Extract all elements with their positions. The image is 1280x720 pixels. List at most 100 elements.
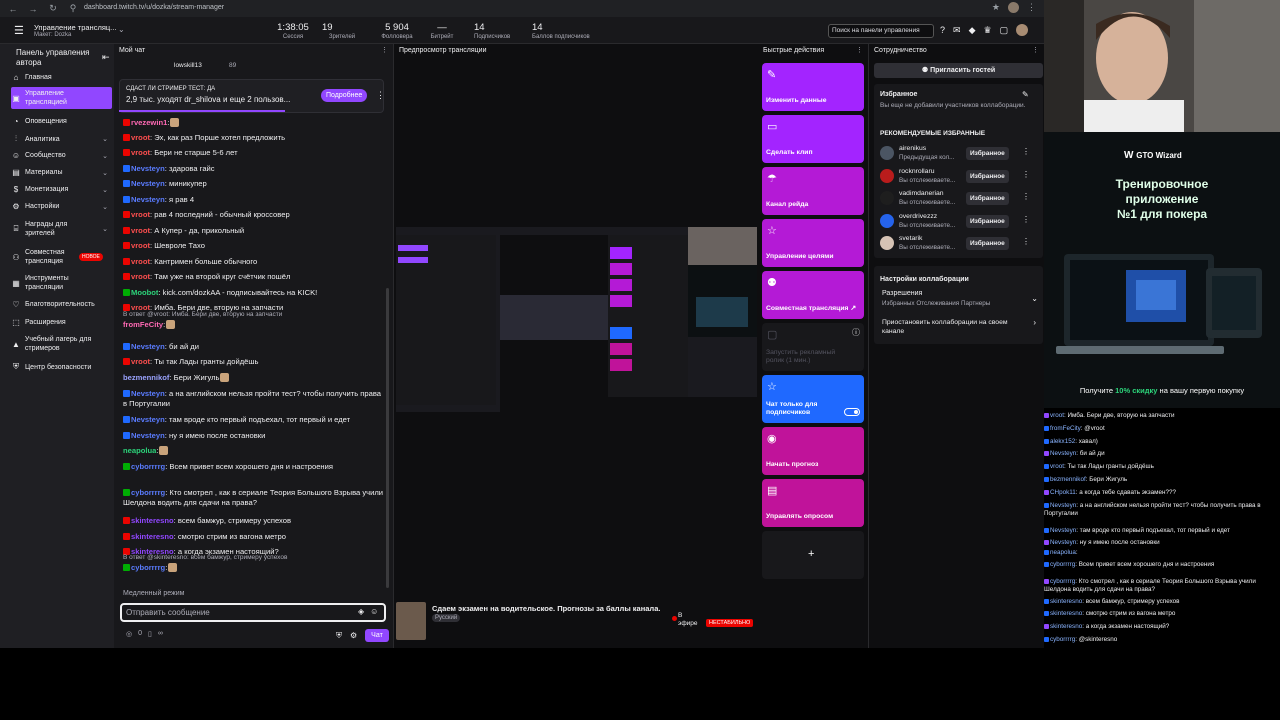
chat-username[interactable]: vroot — [131, 272, 150, 281]
chat-message[interactable]: vroot: Там уже на второй круг счётчик по… — [123, 272, 387, 282]
quick-action-star[interactable]: ☆ Чат только для подписчиков — [762, 375, 864, 423]
chat-username[interactable]: vroot — [131, 226, 150, 235]
sidebar-item-stream-tools[interactable]: ▦ Инструменты трансляции — [11, 274, 112, 292]
more-icon[interactable]: ⋮ — [1022, 215, 1030, 224]
chat-badge-icon[interactable] — [123, 564, 130, 571]
chat-message[interactable]: vroot: рав 4 последний - обычный кроссов… — [123, 210, 387, 220]
chat-username[interactable]: rvezewin1 — [131, 118, 167, 127]
quick-action-poll[interactable]: ▤ Управлять опросом — [762, 479, 864, 527]
chat-message[interactable]: Nevsteyn: там вроде кто первый подъехал,… — [123, 415, 387, 425]
chat-input[interactable]: Отправить сообщение — [120, 603, 386, 622]
prime-icon[interactable]: ♛ — [983, 25, 991, 36]
permissions-row[interactable]: Разрешения Избранных Отслеживания Партне… — [880, 290, 1038, 312]
chat-badge-icon[interactable] — [123, 432, 130, 439]
chat-username[interactable]: Nevsteyn — [131, 195, 165, 204]
chat-badge-icon[interactable] — [123, 196, 130, 203]
avatar[interactable] — [880, 236, 894, 250]
quick-action-plus[interactable]: + — [762, 531, 864, 579]
chat-badge-icon[interactable] — [123, 416, 130, 423]
chat-badge-icon[interactable] — [123, 489, 130, 496]
add-favorite-button[interactable]: Избранное — [966, 169, 1009, 183]
chat-badge-icon[interactable] — [123, 273, 130, 280]
more-icon[interactable]: ⋮ — [1022, 237, 1030, 246]
avatar[interactable] — [880, 146, 894, 160]
dashboard-search-input[interactable]: Поиск на панели управления — [828, 24, 934, 38]
back-icon[interactable]: ← — [8, 4, 18, 14]
chat-badge-icon[interactable] — [123, 227, 130, 234]
quick-action-raid[interactable]: ☂ Канал рейда — [762, 167, 864, 215]
chat-badge-icon[interactable] — [123, 134, 130, 141]
chat-badge-icon[interactable] — [123, 289, 130, 296]
address-bar[interactable]: dashboard.twitch.tv/u/dozka/stream-manag… — [84, 4, 224, 11]
collaborator-name[interactable]: vadimdanerian — [899, 190, 944, 197]
chat-username[interactable]: skinteresno — [131, 532, 174, 541]
sidebar-item-charity[interactable]: ♡ Благотворительность — [11, 300, 112, 309]
bookmark-star-icon[interactable]: ★ — [992, 2, 1000, 13]
chat-message[interactable]: bezmennikof: Бери Жигуль — [123, 373, 387, 383]
chat-username[interactable]: Nevsteyn — [131, 431, 165, 440]
more-icon[interactable]: ⋮ — [1032, 46, 1039, 54]
sidebar-item-extensions[interactable]: ⬚ Расширения — [11, 318, 112, 327]
whispers-icon[interactable]: ✉ — [953, 25, 961, 36]
chat-badge-icon[interactable] — [123, 390, 130, 397]
chat-message[interactable]: rvezewin1: — [123, 118, 387, 128]
chat-badge-icon[interactable] — [123, 149, 130, 156]
prediction-details-button[interactable]: Подробнее — [321, 89, 368, 102]
chat-badge-icon[interactable] — [123, 180, 130, 187]
sidebar-item-monetization[interactable]: $ Монетизация ⌄ — [11, 185, 112, 194]
chat-message[interactable]: vroot: Шевроле Тахо — [123, 241, 387, 251]
edit-pencil-icon[interactable]: ✎ — [1022, 90, 1029, 99]
more-icon[interactable]: ⋮ — [376, 90, 385, 101]
sidebar-item-content[interactable]: ▤ Материалы ⌄ — [11, 168, 112, 177]
chat-message[interactable]: vroot: Бери не старше 5-6 лет — [123, 148, 387, 158]
chat-message[interactable]: Nevsteyn: ну я имею после остановки — [123, 431, 387, 441]
bits-icon[interactable]: ◆ — [969, 25, 976, 36]
more-icon[interactable]: ⋮ — [381, 46, 388, 54]
avatar[interactable] — [880, 213, 894, 228]
chat-username[interactable]: Nevsteyn — [131, 342, 165, 351]
collaborator-name[interactable]: airenikus — [899, 145, 926, 152]
chat-message[interactable]: vroot: Кантримен больше обычного — [123, 257, 387, 267]
sidebar-item-stream-manager[interactable]: ▣ Управление трансляцией — [11, 87, 112, 109]
hype-icon[interactable]: ▯ — [148, 630, 152, 638]
chat-username[interactable]: vroot — [131, 148, 150, 157]
collaborator-name[interactable]: rocknrollaru — [899, 168, 935, 175]
chat-message[interactable]: vroot: Эх, как раз Порше хотел предложит… — [123, 133, 387, 143]
collapse-sidebar-icon[interactable]: ⇤ — [102, 52, 110, 63]
more-icon[interactable]: ⋮ — [1022, 192, 1030, 201]
chat-message[interactable]: Nevsteyn: здарова гайс — [123, 164, 387, 174]
chat-message[interactable]: Nevsteyn: миникупер — [123, 179, 387, 189]
mod-shield-icon[interactable]: ⛨ — [336, 631, 342, 641]
stream-title[interactable]: Сдаем экзамен на водительское. Прогнозы … — [432, 604, 660, 613]
user-avatar[interactable] — [1016, 24, 1029, 36]
chat-message[interactable]: cyborrrrg: Кто смотрел , как в сериале Т… — [123, 488, 387, 508]
chat-username[interactable]: fromFeCity — [123, 320, 163, 329]
site-info-icon[interactable]: ⚲ — [68, 3, 78, 14]
chat-username[interactable]: vroot — [131, 241, 150, 250]
chat-username[interactable]: vroot — [131, 257, 150, 266]
quick-action-star[interactable]: ☆ Управление целями — [762, 219, 864, 267]
chat-message[interactable]: cyborrrrg: Всем привет всем хорошего дня… — [123, 462, 387, 472]
sidebar-item-analytics[interactable]: ⫶ Аналитика ⌄ — [11, 134, 112, 144]
chat-badge-icon[interactable] — [123, 165, 130, 172]
avatar[interactable] — [880, 191, 894, 205]
chat-username[interactable]: vroot — [131, 357, 150, 366]
chat-badge-icon[interactable] — [123, 533, 130, 540]
browser-menu-icon[interactable]: ⋮ — [1027, 2, 1036, 13]
browser-profile-avatar[interactable] — [1008, 2, 1019, 13]
chat-badge-icon[interactable] — [123, 463, 130, 470]
help-icon[interactable]: ? — [940, 25, 945, 36]
sidebar-item-viewer-rewards[interactable]: ⌸ Награды для зрителей ⌄ — [11, 220, 112, 238]
menu-icon[interactable]: ☰ — [14, 24, 24, 37]
chat-settings-gear-icon[interactable]: ⚙ — [350, 631, 357, 640]
quick-action-pencil[interactable]: ✎ Изменить данные — [762, 63, 864, 111]
chat-badge-icon[interactable] — [123, 258, 130, 265]
stream-preview-video[interactable] — [396, 227, 757, 412]
chat-message[interactable]: skinteresno: смотрю стрим из вагона метр… — [123, 532, 387, 542]
chat-username[interactable]: neapolua — [123, 446, 156, 455]
chat-scrollbar[interactable] — [386, 288, 389, 588]
quick-action-prediction[interactable]: ◉ Начать прогноз — [762, 427, 864, 475]
chat-message[interactable]: neapolua: — [123, 446, 387, 456]
chat-message[interactable]: Nevsteyn: би ай ди — [123, 342, 387, 352]
collaborator-name[interactable]: overdrivezzz — [899, 213, 937, 220]
